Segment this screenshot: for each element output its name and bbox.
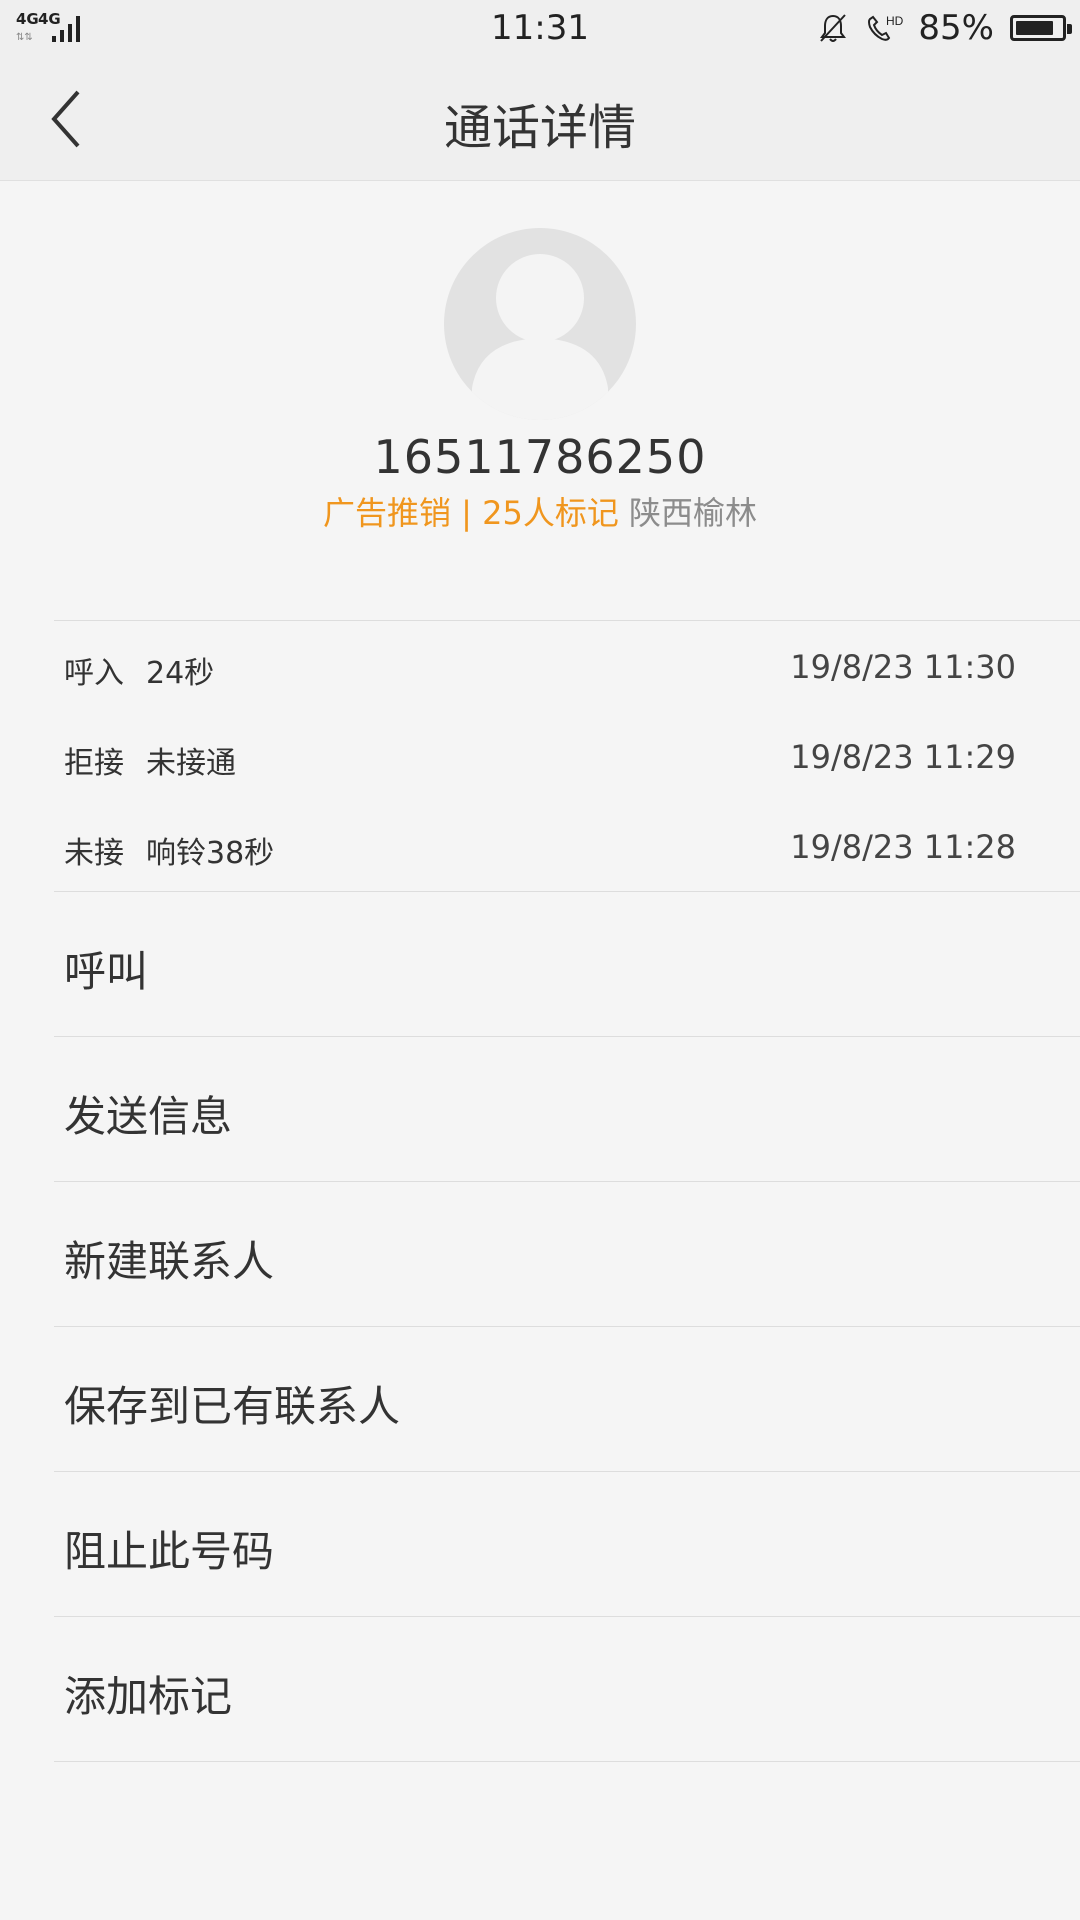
default-avatar-icon (472, 254, 608, 420)
call-log-row: 拒接 未接通 19/8/23 11:29 (0, 728, 1080, 788)
call-time: 19/8/23 11:29 (790, 738, 1016, 776)
call-type: 未接 (64, 836, 124, 871)
battery-level (1016, 21, 1054, 35)
action-label: 阻止此号码 (64, 1527, 275, 1576)
spam-tag: 广告推销 | 25人标记 (322, 494, 619, 532)
call-log-row: 未接 响铃38秒 19/8/23 11:28 (0, 818, 1080, 878)
avatar (444, 228, 636, 420)
call-button[interactable]: 呼叫 (0, 892, 1080, 1036)
call-detail: 响铃38秒 (146, 836, 275, 871)
battery-percent: 85% (918, 8, 994, 48)
number-tag-line: 广告推销 | 25人标记 陕西榆林 (0, 488, 1080, 534)
mute-bell-icon (820, 14, 847, 42)
status-bar: 4G 4G ⇅⇅ 11:31 HD 85% (0, 0, 1080, 58)
call-type: 拒接 (64, 746, 124, 781)
action-label: 新建联系人 (64, 1237, 275, 1286)
call-detail: 24秒 (146, 656, 215, 691)
call-time: 19/8/23 11:28 (790, 828, 1016, 866)
call-type: 呼入 (64, 656, 124, 691)
add-tag-button[interactable]: 添加标记 (0, 1617, 1080, 1761)
send-message-button[interactable]: 发送信息 (0, 1037, 1080, 1181)
phone-number: 16511786250 (373, 430, 707, 484)
divider (54, 620, 1080, 621)
action-label: 保存到已有联系人 (64, 1382, 401, 1431)
new-contact-button[interactable]: 新建联系人 (0, 1182, 1080, 1326)
block-number-button[interactable]: 阻止此号码 (0, 1472, 1080, 1616)
page-title: 通话详情 (443, 100, 636, 156)
save-to-existing-contact-button[interactable]: 保存到已有联系人 (0, 1327, 1080, 1471)
top-bar: 通话详情 (0, 58, 1080, 181)
number-location: 陕西榆林 (629, 494, 758, 532)
action-label: 呼叫 (64, 947, 149, 996)
divider (54, 1761, 1080, 1762)
svg-text:HD: HD (886, 14, 904, 28)
call-time: 19/8/23 11:30 (790, 648, 1016, 686)
battery-icon (1010, 15, 1072, 41)
action-label: 发送信息 (64, 1092, 233, 1141)
call-log-row: 呼入 24秒 19/8/23 11:30 (0, 638, 1080, 698)
action-label: 添加标记 (64, 1672, 233, 1721)
call-detail: 未接通 (146, 746, 236, 781)
hd-call-icon: HD (868, 14, 904, 41)
